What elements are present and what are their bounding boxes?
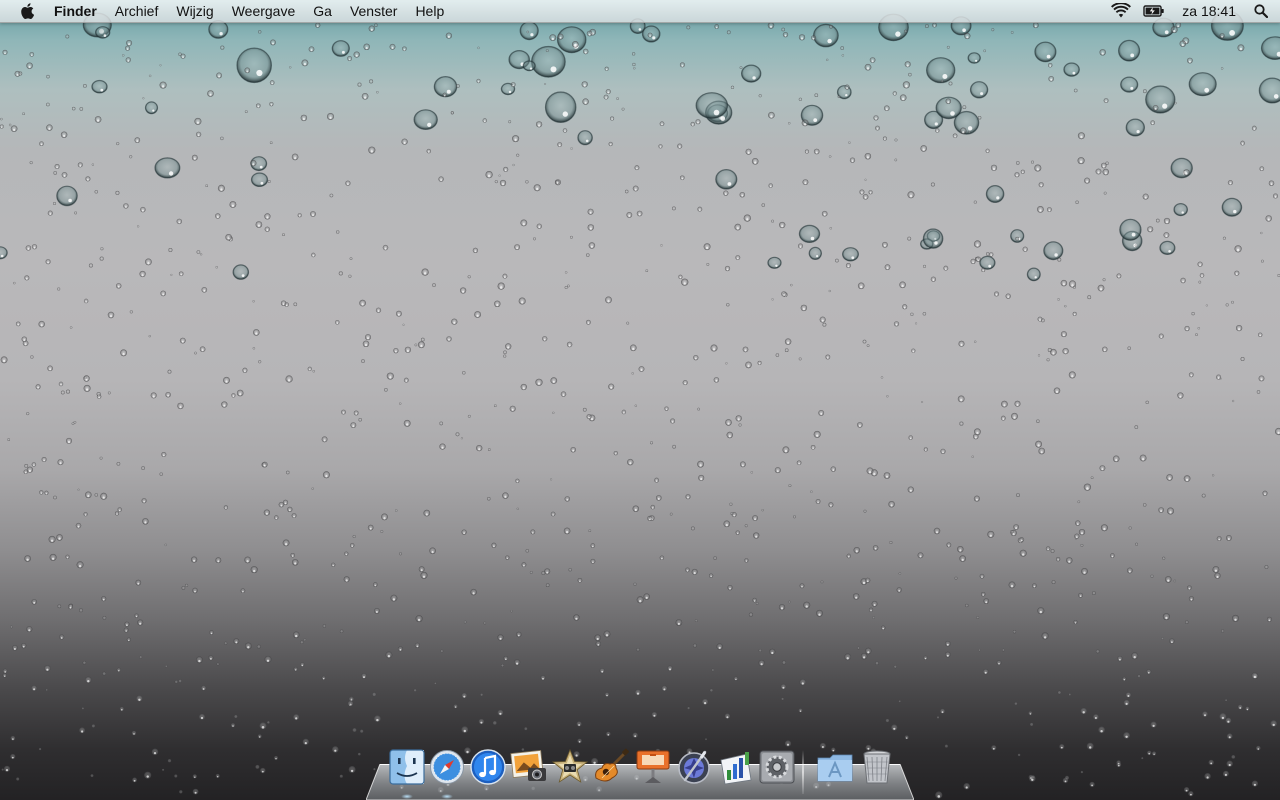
system-preferences-icon[interactable] <box>758 748 796 786</box>
numbers-icon[interactable] <box>717 748 755 786</box>
safari-icon[interactable] <box>428 748 466 786</box>
apple-logo-icon[interactable] <box>18 1 36 21</box>
wifi-icon[interactable] <box>1110 0 1132 22</box>
menu-archief[interactable]: Archief <box>106 0 168 22</box>
keynote-icon[interactable] <box>634 748 672 786</box>
menu-venster[interactable]: Venster <box>341 0 406 22</box>
menu-weergave[interactable]: Weergave <box>223 0 305 22</box>
menu-ga[interactable]: Ga <box>304 0 341 22</box>
menu-wijzig[interactable]: Wijzig <box>167 0 222 22</box>
desktop[interactable]: Finder Archief Wijzig Weergave Ga Venste… <box>0 0 1280 800</box>
finder-running-indicator <box>401 794 413 799</box>
wallpaper-raindrops <box>0 10 1280 799</box>
garageband-icon[interactable] <box>592 748 630 786</box>
spotlight-search-icon[interactable] <box>1248 0 1274 22</box>
finder-icon[interactable] <box>388 748 426 786</box>
itunes-icon[interactable] <box>469 748 507 786</box>
dock <box>366 742 914 800</box>
menu-clock[interactable]: za 18:41 <box>1172 0 1248 22</box>
imovie-icon[interactable] <box>551 748 589 786</box>
dock-separator <box>802 750 804 794</box>
menu-bar: Finder Archief Wijzig Weergave Ga Venste… <box>0 0 1280 23</box>
menu-app-finder[interactable]: Finder <box>54 0 106 22</box>
menu-help[interactable]: Help <box>406 0 453 22</box>
battery-charging-icon[interactable] <box>1142 0 1166 22</box>
applications-folder-icon[interactable] <box>816 748 854 786</box>
iphoto-icon[interactable] <box>510 748 548 786</box>
trash-icon[interactable] <box>858 748 896 786</box>
safari-running-indicator <box>441 794 453 799</box>
aperture-icon[interactable] <box>675 748 713 786</box>
